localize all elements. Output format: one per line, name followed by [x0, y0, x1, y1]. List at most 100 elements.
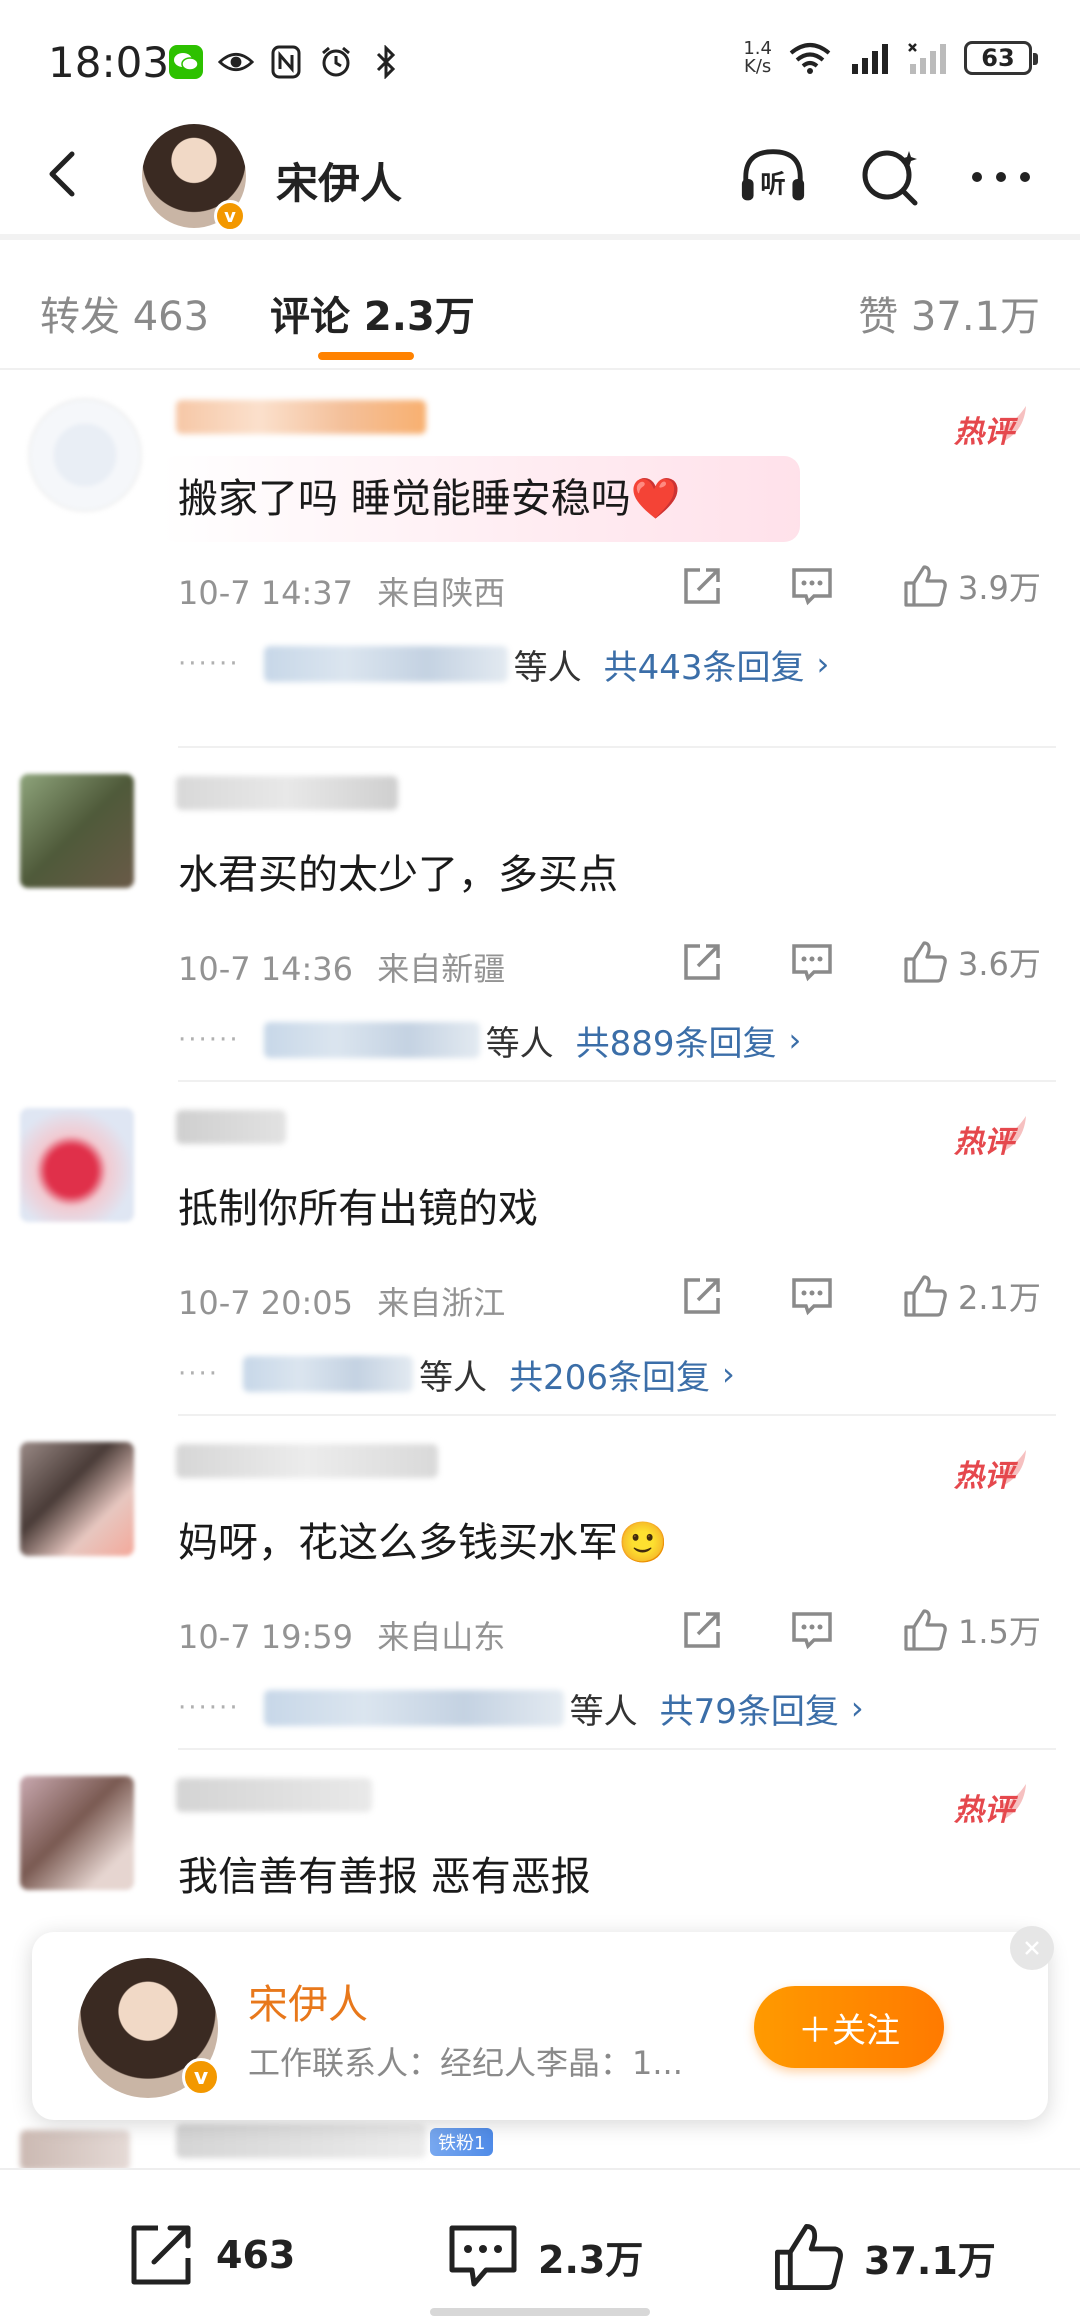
comment-text: 妈呀，花这么多钱买水军🙂 [178, 1520, 668, 1566]
comment-item[interactable]: 热评 抵制你所有出镜的戏 10-7 20:05 来自浙江 2.1万 ···· 等… [0, 1082, 1080, 1414]
comment-button[interactable]: 2.3万 [446, 2220, 643, 2292]
comment-actions: 2.1万 [680, 1268, 1050, 1324]
commenter-avatar[interactable] [20, 1776, 134, 1890]
repost-comment-icon[interactable] [680, 1268, 724, 1324]
more-icon[interactable] [966, 142, 1036, 212]
commenter-name[interactable] [176, 776, 398, 810]
reply-etc: 等人 [569, 1691, 638, 1732]
reply-dots: ······ [178, 649, 240, 679]
reply-names [263, 1690, 564, 1726]
like-button[interactable]: 37.1万 [770, 2220, 996, 2294]
chevron-right-icon: › [721, 1355, 735, 1393]
hot-comment-label: 热评 [953, 1459, 1019, 1494]
repost-comment-icon[interactable] [680, 558, 724, 614]
reply-total-link[interactable]: 共443条回复 [604, 640, 805, 689]
commenter-avatar[interactable] [20, 1108, 134, 1222]
listen-icon-label: 听 [760, 170, 785, 199]
reply-preview[interactable]: ···· 等人 共206条回复 › [178, 1350, 735, 1398]
reply-comment-icon[interactable] [790, 934, 834, 990]
like-comment-button[interactable]: 3.9万 [902, 558, 1041, 614]
reply-comment-icon[interactable] [790, 1268, 834, 1324]
signal-2-icon [906, 40, 950, 76]
fan-badge: 铁粉1 [430, 2128, 494, 2156]
close-icon[interactable] [1010, 1926, 1054, 1970]
follow-card: v 宋伊人 工作联系人：经纪人李晶：1... ＋关注 [32, 1926, 1054, 2120]
reply-preview[interactable]: ······ 等人 共889条回复 › [178, 1016, 801, 1064]
reply-preview[interactable]: ······ 等人 共443条回复 › [178, 640, 829, 688]
reply-total-link[interactable]: 共889条回复 [576, 1016, 777, 1065]
tab-comments[interactable]: 评论 2.3万 [270, 284, 475, 342]
follow-button[interactable]: ＋关注 [754, 1986, 944, 2068]
tab-likes[interactable]: 赞 37.1万 [858, 284, 1040, 342]
author-name[interactable]: 宋伊人 [276, 150, 402, 211]
eye-icon [218, 44, 254, 80]
comment-location: 来自陕西 [377, 574, 506, 612]
follow-card-description: 工作联系人：经纪人李晶：1... [248, 2044, 683, 2082]
comment-meta: 10-7 19:59 来自山东 [178, 1612, 505, 1658]
battery-icon: 63 [964, 41, 1038, 75]
commenter-name[interactable] [176, 1778, 372, 1812]
repost-comment-icon[interactable] [680, 934, 724, 990]
comment-item[interactable]: 水君买的太少了，多买点 10-7 14:36 来自新疆 3.6万 ······ … [0, 748, 1080, 1080]
reply-total-link[interactable]: 共206条回复 [509, 1350, 710, 1399]
thumbs-up-icon [904, 565, 947, 607]
commenter-avatar[interactable] [20, 1442, 134, 1556]
like-count: 3.6万 [958, 945, 1041, 983]
comment-item[interactable]: 热评 妈呀，花这么多钱买水军🙂 10-7 19:59 来自山东 1.5万 ···… [0, 1416, 1080, 1748]
reply-etc: 等人 [513, 647, 582, 688]
back-icon[interactable] [34, 144, 94, 204]
nfc-icon [268, 44, 304, 80]
like-comment-button[interactable]: 1.5万 [902, 1602, 1041, 1658]
comment-meta: 10-7 14:37 来自陕西 [178, 568, 505, 614]
reply-total-link[interactable]: 共79条回复 [660, 1684, 839, 1733]
reply-comment-icon[interactable] [790, 558, 834, 614]
bottom-action-bar: 463 2.3万 37.1万 [0, 2168, 1080, 2324]
comment-location: 来自山东 [377, 1618, 506, 1656]
reply-preview[interactable]: ······ 等人 共79条回复 › [178, 1684, 864, 1732]
repost-button[interactable]: 463 [124, 2220, 295, 2290]
comment-time: 10-7 19:59 [178, 1618, 354, 1656]
comment-location: 来自新疆 [377, 950, 506, 988]
repost-comment-icon[interactable] [680, 1602, 724, 1658]
wechat-icon [168, 44, 204, 80]
thumbs-up-icon [775, 2224, 843, 2290]
hot-comment-badge: 热评 [952, 1780, 1032, 1830]
commenter-name-partial [176, 2124, 426, 2158]
comment-item[interactable]: 热评 我信善有善报 恶有恶报 [0, 1750, 1080, 1950]
commenter-avatar[interactable] [28, 398, 142, 512]
commenter-avatar[interactable] [20, 774, 134, 888]
reply-dots: ······ [178, 1693, 240, 1723]
follow-card-name[interactable]: 宋伊人 [248, 1972, 368, 2030]
hot-comment-label: 热评 [953, 415, 1019, 450]
hot-comment-label: 热评 [953, 1125, 1019, 1160]
comment-item[interactable]: 热评 搬家了吗 睡觉能睡安稳吗❤️ 10-7 14:37 来自陕西 3.9万 ·… [0, 372, 1080, 704]
hot-comment-badge: 热评 [952, 1446, 1032, 1496]
reply-comment-icon[interactable] [790, 1602, 834, 1658]
like-comment-button[interactable]: 3.6万 [902, 934, 1041, 990]
reply-names [263, 646, 508, 682]
like-count: 37.1万 [864, 2238, 996, 2283]
signal-icon [848, 40, 892, 76]
status-bar: 18:03 1.4 K/s 63 [0, 0, 1080, 120]
like-comment-button[interactable]: 2.1万 [902, 1268, 1041, 1324]
reply-etc: 等人 [419, 1357, 488, 1398]
comment-count: 2.3万 [538, 2237, 644, 2282]
comment-location: 来自浙江 [377, 1284, 506, 1322]
tab-repost[interactable]: 转发 463 [40, 284, 209, 342]
chevron-right-icon: › [850, 1689, 864, 1727]
like-count: 3.9万 [958, 569, 1041, 607]
profile-header: v 宋伊人 听 [0, 120, 1080, 240]
commenter-name[interactable] [176, 1110, 286, 1144]
reply-dots: ······ [178, 1025, 240, 1055]
wifi-icon [786, 40, 834, 76]
commenter-name[interactable] [176, 400, 426, 434]
comment-time: 10-7 20:05 [178, 1284, 354, 1322]
listen-icon[interactable]: 听 [738, 142, 808, 212]
chevron-right-icon: › [788, 1021, 802, 1059]
search-icon[interactable] [856, 142, 926, 212]
repost-count: 463 [216, 2233, 296, 2277]
commenter-name[interactable] [176, 1444, 438, 1478]
like-count: 1.5万 [958, 1613, 1041, 1651]
comment-icon [449, 2225, 517, 2287]
reply-names [263, 1022, 480, 1058]
